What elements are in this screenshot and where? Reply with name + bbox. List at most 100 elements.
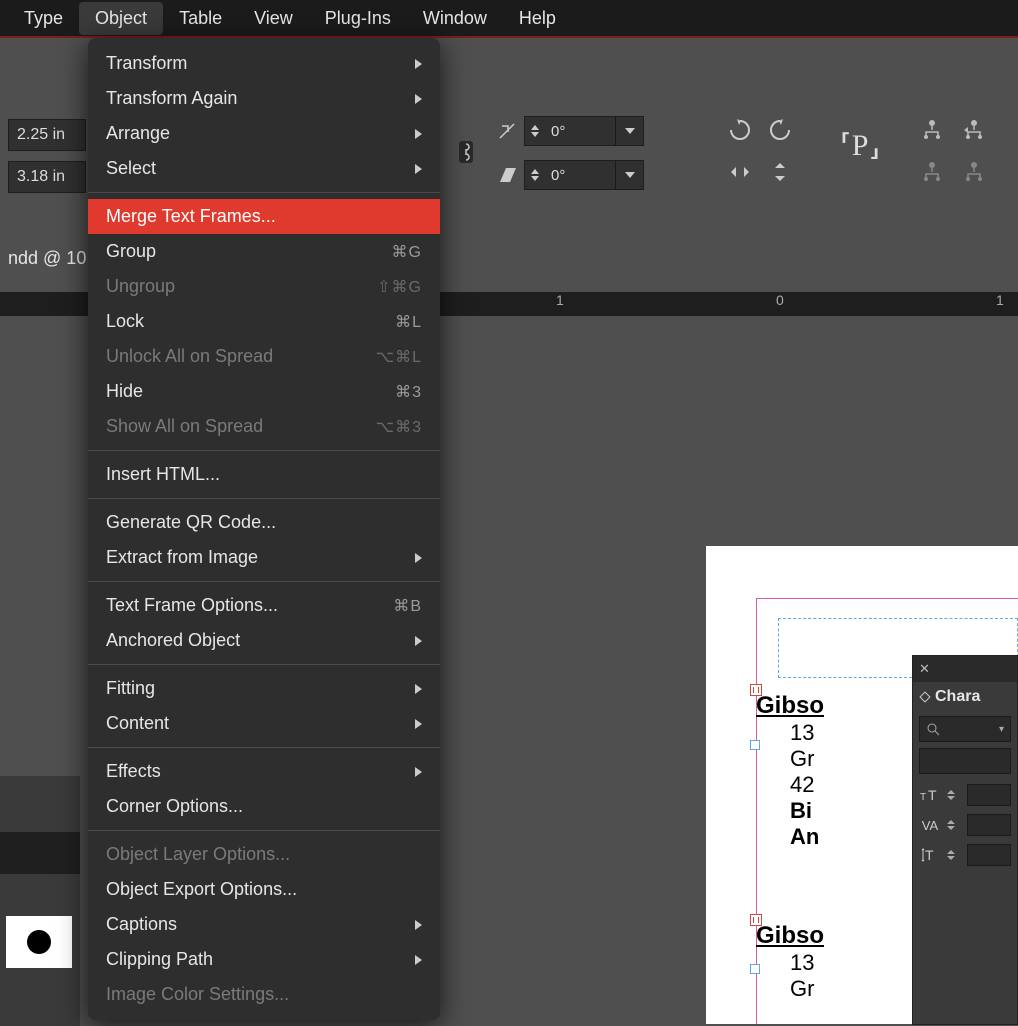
rotation-icon (496, 120, 518, 142)
x-position-field[interactable]: 2.25 in (8, 119, 86, 151)
select-previous-icon[interactable] (960, 116, 988, 144)
vscale-field[interactable] (967, 844, 1011, 866)
menu-shortcut: ⌘G (392, 242, 422, 262)
submenu-arrow-icon (415, 636, 422, 646)
submenu-arrow-icon (415, 129, 422, 139)
menubar-item-plugins[interactable]: Plug-Ins (309, 2, 407, 35)
content-placement-icon[interactable]: ⸢P⸥ (840, 128, 880, 163)
menu-shortcut: ⌘L (395, 312, 422, 332)
in-port-icon[interactable] (750, 914, 762, 926)
menu-item-content[interactable]: Content (88, 706, 440, 741)
menu-item-label: Transform Again (106, 88, 237, 109)
menu-item-hide[interactable]: Hide⌘3 (88, 374, 440, 409)
font-size-field[interactable] (967, 784, 1011, 806)
menu-item-select[interactable]: Select (88, 151, 440, 186)
menubar-item-window[interactable]: Window (407, 2, 503, 35)
menu-item-ungroup: Ungroup ⇧⌘G (88, 269, 440, 304)
menubar-item-table[interactable]: Table (163, 2, 238, 35)
menu-separator (88, 830, 440, 831)
menubar: TypeObjectTableViewPlug-InsWindowHelp (0, 0, 1018, 36)
menu-item-transform-again[interactable]: Transform Again (88, 81, 440, 116)
page-thumbnail[interactable] (6, 916, 72, 968)
flip-horizontal-icon[interactable] (726, 158, 754, 186)
guide-horizontal[interactable] (756, 598, 1018, 599)
svg-text:T: T (925, 847, 934, 863)
menu-item-lock[interactable]: Lock ⌘L (88, 304, 440, 339)
menu-item-insert-html[interactable]: Insert HTML... (88, 457, 440, 492)
menu-item-label: Lock (106, 311, 144, 332)
submenu-arrow-icon (415, 553, 422, 563)
menu-item-label: Hide (106, 381, 143, 402)
vertical-scale-icon: T (919, 846, 941, 864)
menu-item-generate-qr-code[interactable]: Generate QR Code... (88, 505, 440, 540)
close-icon[interactable]: ✕ (919, 661, 930, 677)
panel-tab-bar[interactable]: ✕ (913, 656, 1017, 682)
text-frame-2[interactable]: Gibso 13 Gr (756, 922, 824, 1002)
kerning-stepper[interactable] (947, 820, 961, 830)
menu-item-object-export-options[interactable]: Object Export Options... (88, 872, 440, 907)
menu-item-label: Select (106, 158, 156, 179)
menu-item-label: Insert HTML... (106, 464, 220, 485)
menu-separator (88, 192, 440, 193)
in-port-icon[interactable] (750, 684, 762, 696)
document-tab[interactable]: ndd @ 10 (0, 244, 94, 273)
menu-item-captions[interactable]: Captions (88, 907, 440, 942)
menu-item-label: Show All on Spread (106, 416, 263, 437)
flip-vertical-icon[interactable] (766, 158, 794, 186)
y-position-field[interactable]: 3.18 in (8, 161, 86, 193)
submenu-arrow-icon (415, 684, 422, 694)
shear-stepper[interactable] (525, 160, 545, 190)
rotation-stepper[interactable] (525, 116, 545, 146)
svg-text:T: T (928, 787, 937, 803)
search-icon (926, 722, 940, 736)
menu-item-group[interactable]: Group⌘G (88, 234, 440, 269)
vscale-stepper[interactable] (947, 850, 961, 860)
character-panel: ✕ Chara ▾ TT VA T (912, 655, 1018, 1025)
menubar-item-type[interactable]: Type (8, 2, 79, 35)
menu-item-label: Clipping Path (106, 949, 213, 970)
submenu-arrow-icon (415, 920, 422, 930)
submenu-arrow-icon (415, 955, 422, 965)
menu-item-extract-from-image[interactable]: Extract from Image (88, 540, 440, 575)
menu-item-merge-text-frames[interactable]: Merge Text Frames... (88, 199, 440, 234)
menu-item-corner-options[interactable]: Corner Options... (88, 789, 440, 824)
constrain-link-icon[interactable] (452, 138, 480, 166)
kerning-field[interactable] (967, 814, 1011, 836)
select-content-icon[interactable] (918, 158, 946, 186)
menu-item-transform[interactable]: Transform (88, 46, 440, 81)
menu-item-fitting[interactable]: Fitting (88, 671, 440, 706)
rotate-cw-icon[interactable] (726, 116, 754, 144)
panel-title[interactable]: Chara (913, 682, 1017, 712)
rotation-dropdown[interactable] (615, 116, 643, 146)
font-search-input[interactable]: ▾ (919, 716, 1011, 742)
menu-item-anchored-object[interactable]: Anchored Object (88, 623, 440, 658)
font-style-field[interactable] (919, 748, 1011, 774)
rotation-field[interactable]: 0° (524, 116, 644, 146)
menu-item-arrange[interactable]: Arrange (88, 116, 440, 151)
object-menu-dropdown: Transform Transform Again Arrange Select Mer… (88, 38, 440, 1020)
menu-shortcut: ⇧⌘G (377, 277, 422, 297)
font-size-stepper[interactable] (947, 790, 961, 800)
submenu-arrow-icon (415, 94, 422, 104)
rotate-ccw-icon[interactable] (766, 116, 794, 144)
menu-item-text-frame-options[interactable]: Text Frame Options...⌘B (88, 588, 440, 623)
menubar-item-help[interactable]: Help (503, 2, 572, 35)
search-dropdown-icon[interactable]: ▾ (999, 724, 1004, 735)
text-frame-1[interactable]: Gibso 13 Gr 42 Bi An (756, 692, 824, 850)
shear-field[interactable]: 0° (524, 160, 644, 190)
submenu-arrow-icon (415, 59, 422, 69)
select-container-icon[interactable] (918, 116, 946, 144)
menu-item-label: Merge Text Frames... (106, 206, 276, 227)
menu-item-effects[interactable]: Effects (88, 754, 440, 789)
menu-item-label: Corner Options... (106, 796, 243, 817)
frame-handle[interactable] (750, 740, 760, 750)
select-next-icon[interactable] (960, 158, 988, 186)
ruler-tick: 1 (996, 292, 1004, 308)
menubar-item-view[interactable]: View (238, 2, 309, 35)
menubar-item-object[interactable]: Object (79, 2, 163, 35)
shear-dropdown[interactable] (615, 160, 643, 190)
menu-item-clipping-path[interactable]: Clipping Path (88, 942, 440, 977)
menu-item-label: Ungroup (106, 276, 175, 297)
frame-handle[interactable] (750, 964, 760, 974)
menu-item-label: Object Layer Options... (106, 844, 290, 865)
